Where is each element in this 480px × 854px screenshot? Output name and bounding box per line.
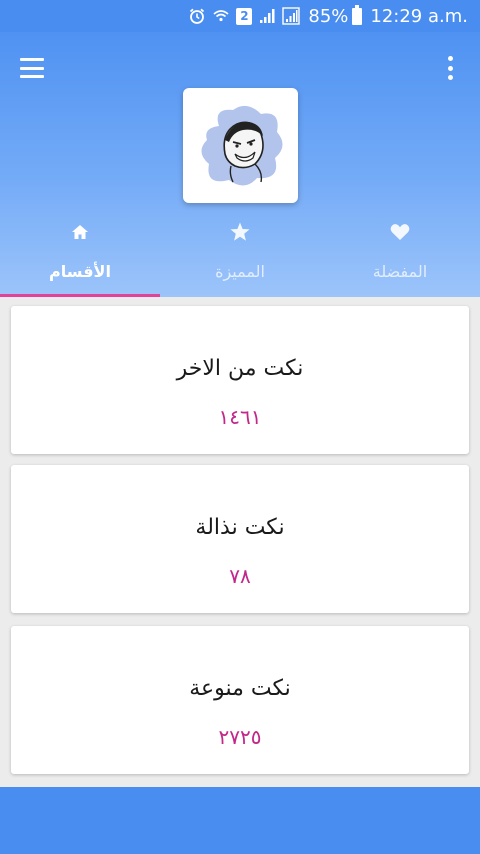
sim-indicator: 2 xyxy=(236,7,253,25)
battery-icon xyxy=(352,4,363,25)
home-icon xyxy=(68,220,92,244)
tab-bar: الأقسام المميزة المفضلة xyxy=(0,214,480,297)
avatar xyxy=(183,88,298,203)
category-title: نكت منوعة xyxy=(189,676,291,701)
category-count: ٧٨ xyxy=(229,564,251,588)
heart-icon xyxy=(388,220,412,244)
signal-sim2-icon xyxy=(282,7,301,25)
more-vert-icon[interactable] xyxy=(446,56,454,80)
category-card[interactable]: نكت من الاخر ١٤٦١ xyxy=(11,306,469,454)
category-list: نكت من الاخر ١٤٦١ نكت نذالة ٧٨ نكت منوعة… xyxy=(0,297,480,787)
tab-label: الأقسام xyxy=(49,262,111,281)
category-title: نكت من الاخر xyxy=(176,356,304,381)
tab-label: المميزة xyxy=(215,262,265,281)
signal-icon xyxy=(258,7,276,25)
bottom-bar xyxy=(0,787,480,854)
hamburger-menu-icon[interactable] xyxy=(20,58,44,78)
category-count: ٢٧٢٥ xyxy=(218,725,262,749)
category-title: نكت نذالة xyxy=(195,515,285,540)
battery-percent: 85% xyxy=(308,5,349,27)
category-card[interactable]: نكت نذالة ٧٨ xyxy=(11,465,469,613)
tab-label: المفضلة xyxy=(372,262,428,281)
header: الأقسام المميزة المفضلة xyxy=(0,32,480,297)
wifi-icon xyxy=(212,7,230,25)
clock: 12:29 a.m. xyxy=(370,5,468,27)
star-icon xyxy=(228,220,252,244)
tab-sections[interactable]: الأقسام xyxy=(0,214,160,297)
meme-face-avatar xyxy=(200,105,283,186)
status-bar: 2 85% 12:29 a.m. xyxy=(0,0,480,32)
category-count: ١٤٦١ xyxy=(218,405,262,429)
status-icons: 2 xyxy=(188,7,301,25)
tab-featured[interactable]: المميزة xyxy=(160,214,320,297)
alarm-icon xyxy=(188,7,206,25)
category-card[interactable]: نكت منوعة ٢٧٢٥ xyxy=(11,626,469,774)
tab-favorites[interactable]: المفضلة xyxy=(320,214,480,297)
